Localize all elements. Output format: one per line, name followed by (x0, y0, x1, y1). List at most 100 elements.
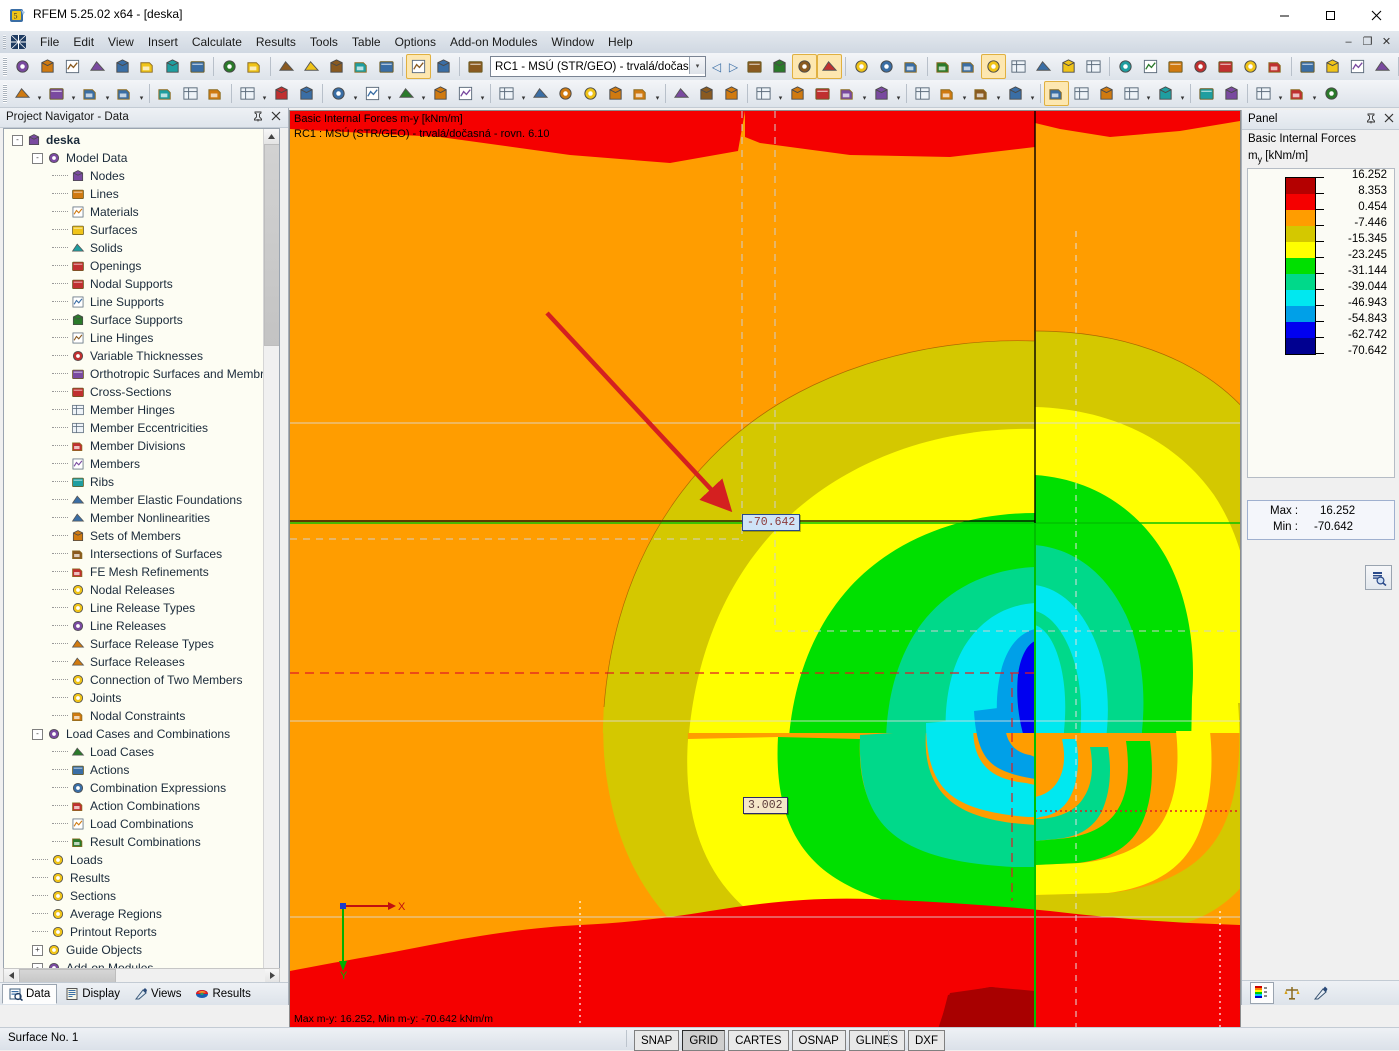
result-values-xx-button[interactable] (817, 54, 842, 79)
status-toggle-osnap[interactable]: OSNAP (791, 1030, 846, 1051)
close-button[interactable] (1353, 0, 1399, 31)
tree-item-materials[interactable]: Materials (4, 203, 262, 221)
load-wizard-button[interactable] (463, 54, 488, 79)
tree-item-load-cases-and-combinations[interactable]: - Load Cases and Combinations (4, 725, 262, 743)
tree-item-connection-of-two-members[interactable]: Connection of Two Members (4, 671, 262, 689)
mesh-view-button[interactable] (874, 54, 899, 79)
pin-red2-button[interactable] (1370, 54, 1395, 79)
panel-tab-factors[interactable] (1281, 983, 1303, 1003)
tree-item-surface-releases[interactable]: Surface Releases (4, 653, 262, 671)
panel-close-icon[interactable] (1384, 112, 1394, 126)
tree-item-combination-expressions[interactable]: Combination Expressions (4, 779, 262, 797)
navigator-tree[interactable]: - deska - Model Data Nodes Lines Materials Surf… (3, 128, 280, 985)
tree-item-fe-mesh-refinements[interactable]: FE Mesh Refinements (4, 563, 262, 581)
menu-window[interactable]: Window (544, 33, 601, 51)
clock-button[interactable] (1238, 54, 1263, 79)
surface-support-button[interactable] (203, 81, 228, 106)
mesh-view2-button[interactable] (899, 54, 924, 79)
tree-item-line-hinges[interactable]: Line Hinges (4, 329, 262, 347)
save-as-button[interactable] (60, 54, 85, 79)
tree-item-results[interactable]: Results (4, 869, 262, 887)
legend-band-8[interactable] (1285, 306, 1316, 322)
calculate-button[interactable] (299, 54, 324, 79)
chevron-down-icon[interactable]: ▾ (260, 79, 269, 108)
chevron-down-icon[interactable]: ▾ (960, 79, 969, 108)
tree-item-member-nonlinearities[interactable]: Member Nonlinearities (4, 509, 262, 527)
tree-item-member-divisions[interactable]: Member Divisions (4, 437, 262, 455)
save-button[interactable] (110, 54, 135, 79)
menu-table[interactable]: Table (345, 33, 388, 51)
line-support-button[interactable] (178, 81, 203, 106)
layer5-button[interactable] (1319, 81, 1344, 106)
tree-item-openings[interactable]: Openings (4, 257, 262, 275)
chevron-down-icon[interactable]: ▾ (35, 79, 44, 108)
tree-item-member-hinges[interactable]: Member Hinges (4, 401, 262, 419)
zoom-window-button[interactable] (694, 81, 719, 106)
tree-item-cross-sections[interactable]: Cross-Sections (4, 383, 262, 401)
print-button[interactable] (185, 54, 210, 79)
pin-red1-button[interactable] (1345, 54, 1370, 79)
menu-calculate[interactable]: Calculate (185, 33, 249, 51)
rotate2-button[interactable] (785, 81, 810, 106)
chevron-down-icon[interactable]: ▾ (419, 79, 428, 108)
tree-item-load-combinations[interactable]: Load Combinations (4, 815, 262, 833)
tree-item-surfaces[interactable]: Surfaces (4, 221, 262, 239)
panel-pin-icon[interactable] (1366, 113, 1376, 127)
iso-view-button[interactable] (1006, 54, 1031, 79)
legend-band-3[interactable] (1285, 226, 1316, 242)
chevron-down-icon[interactable]: ▾ (478, 79, 487, 108)
project-button[interactable] (835, 81, 860, 106)
table-grid-button[interactable] (431, 54, 456, 79)
free-load-button[interactable] (603, 81, 628, 106)
next-load-case-button[interactable]: ▷ (725, 55, 742, 78)
chevron-down-icon[interactable]: ▾ (69, 79, 78, 108)
layer1-button[interactable] (1194, 81, 1219, 106)
tree-item-result-combinations[interactable]: Result Combinations (4, 833, 262, 851)
tree-item-surface-release-types[interactable]: Surface Release Types (4, 635, 262, 653)
tree-item-nodal-constraints[interactable]: Nodal Constraints (4, 707, 262, 725)
dim-chain-button[interactable] (910, 81, 935, 106)
chevron-down-icon[interactable]: ▾ (103, 79, 112, 108)
menu-edit[interactable]: Edit (66, 33, 101, 51)
chevron-down-icon[interactable]: ▾ (1310, 79, 1319, 108)
model-view-icon[interactable] (10, 34, 27, 50)
surface-load-button[interactable] (578, 81, 603, 106)
zoom-all-button[interactable] (719, 81, 744, 106)
menu-view[interactable]: View (101, 33, 141, 51)
snap-button[interactable] (1081, 54, 1106, 79)
mirror-button[interactable] (1163, 54, 1188, 79)
dim-button[interactable] (1113, 54, 1138, 79)
opening-button[interactable] (360, 81, 385, 106)
tree-item-lines[interactable]: Lines (4, 185, 262, 203)
clipboard-button[interactable] (135, 54, 160, 79)
legend-band-9[interactable] (1285, 322, 1316, 338)
tree-item-loads[interactable]: Loads (4, 851, 262, 869)
status-toggle-glines[interactable]: GLINES (848, 1030, 905, 1051)
print-report1-button[interactable] (1295, 54, 1320, 79)
tree-item-orthotropic-surfaces-and-membra[interactable]: Orthotropic Surfaces and Membra (4, 365, 271, 383)
result-value-label-edge[interactable]: 3.002 (743, 797, 788, 814)
model-viewport[interactable]: X Y Basic Internal Forces m-y [kNm/m] RC… (289, 110, 1241, 1030)
chevron-down-icon[interactable]: ▾ (137, 79, 146, 108)
menu-help[interactable]: Help (601, 33, 640, 51)
print-icon2-button[interactable] (1044, 81, 1069, 106)
tree-item-action-combinations[interactable]: Action Combinations (4, 797, 262, 815)
pin-icon[interactable] (253, 111, 263, 125)
tree-item-sets-of-members[interactable]: Sets of Members (4, 527, 262, 545)
circle-button[interactable] (1138, 54, 1163, 79)
rotate-button[interactable] (1188, 54, 1213, 79)
menu-file[interactable]: File (33, 33, 66, 51)
chevron-down-icon[interactable]: ▾ (385, 79, 394, 108)
open-file-button[interactable] (35, 54, 60, 79)
tree-item-actions[interactable]: Actions (4, 761, 262, 779)
new-polyline-button[interactable] (112, 81, 137, 106)
mdi-minimize-button[interactable]: – (1340, 33, 1357, 50)
scroll-right-icon[interactable] (265, 969, 279, 982)
navigator-tab-results[interactable]: Results (189, 985, 256, 1003)
navigator-scroll-thumb[interactable] (264, 144, 279, 346)
menu-addon-modules[interactable]: Add-on Modules (443, 33, 544, 51)
chevron-down-icon[interactable]: ▾ (776, 79, 785, 108)
chevron-down-icon[interactable]: ▾ (689, 57, 705, 74)
navigator-tab-data[interactable]: Data (2, 984, 58, 1004)
tree-item-surface-supports[interactable]: Surface Supports (4, 311, 262, 329)
